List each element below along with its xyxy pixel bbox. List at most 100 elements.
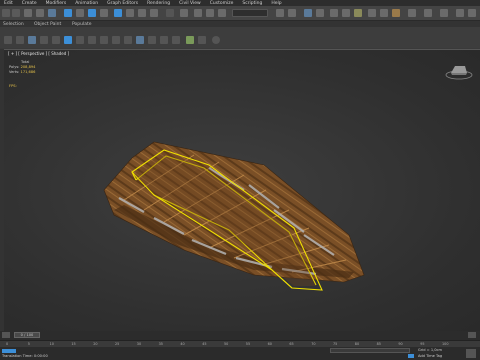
- ribbon-icon-12[interactable]: [136, 36, 144, 44]
- select-by-name-icon[interactable]: [76, 9, 84, 17]
- coordinate-fields[interactable]: [330, 348, 410, 353]
- align-icon[interactable]: [288, 9, 296, 17]
- help-icon[interactable]: [212, 36, 220, 44]
- ruler-tick: 60: [267, 342, 272, 346]
- ribbon-icon-9[interactable]: [100, 36, 108, 44]
- place-icon[interactable]: [150, 9, 158, 17]
- ruler-tick: 100: [442, 342, 449, 346]
- perspective-viewport[interactable]: [ + ] [ Perspective ] [ Shaded ] Total P…: [4, 49, 480, 331]
- curve-editor-icon[interactable]: [330, 9, 338, 17]
- angle-snap-icon[interactable]: [206, 9, 214, 17]
- ribbon-icon-2[interactable]: [16, 36, 24, 44]
- ruler-tick: 95: [420, 342, 425, 346]
- ribbon-icon-4[interactable]: [40, 36, 48, 44]
- ribbon-icon-14[interactable]: [160, 36, 168, 44]
- scale-icon[interactable]: [138, 9, 146, 17]
- undo-icon[interactable]: [2, 9, 10, 17]
- roof-model[interactable]: [4, 50, 480, 331]
- menu-item-create[interactable]: Create: [22, 1, 37, 6]
- ribbon-icon-17[interactable]: [198, 36, 206, 44]
- prev-frame-button[interactable]: [2, 332, 10, 338]
- status-prompt: Translation Time: 0:00:00: [2, 354, 48, 358]
- ribbon-icon-6[interactable]: [64, 36, 72, 44]
- render-setup-icon[interactable]: [368, 9, 376, 17]
- ruler-tick: 10: [49, 342, 54, 346]
- ruler-tick: 20: [93, 342, 98, 346]
- ribbon-icon-16[interactable]: [186, 36, 194, 44]
- ribbon-icon-5[interactable]: [52, 36, 60, 44]
- ribbon-icon-7[interactable]: [76, 36, 84, 44]
- time-slider-handle[interactable]: 0 / 100: [14, 332, 40, 338]
- mirror-icon[interactable]: [276, 9, 284, 17]
- ribbon-toolbar: [0, 27, 480, 48]
- ribbon-icon-1[interactable]: [4, 36, 12, 44]
- rect-select-icon[interactable]: [88, 9, 96, 17]
- material-editor-icon[interactable]: [354, 9, 362, 17]
- render-icon[interactable]: [392, 9, 400, 17]
- extra-icon[interactable]: [424, 9, 432, 17]
- menu-item-animation[interactable]: Animation: [75, 1, 98, 6]
- menu-item-edit[interactable]: Edit: [4, 1, 13, 6]
- ruler-tick: 0: [6, 342, 9, 346]
- snap-icon[interactable]: [194, 9, 202, 17]
- ruler-tick: 45: [202, 342, 207, 346]
- bind-icon[interactable]: [48, 9, 56, 17]
- ruler-tick: 70: [311, 342, 316, 346]
- ribbon-icon-13[interactable]: [148, 36, 156, 44]
- extra-icon-4[interactable]: [468, 9, 476, 17]
- ruler-tick: 85: [376, 342, 381, 346]
- ruler-tick: 75: [333, 342, 338, 346]
- ribbon-icon-8[interactable]: [88, 36, 96, 44]
- extra-icon-3[interactable]: [456, 9, 464, 17]
- menu-item-civil-view[interactable]: Civil View: [179, 1, 201, 6]
- ruler-tick: 55: [245, 342, 251, 346]
- time-slider[interactable]: 0 / 100: [0, 331, 480, 340]
- reference-coords-icon[interactable]: [166, 9, 174, 17]
- a360-icon[interactable]: [408, 9, 416, 17]
- tab-selection[interactable]: Selection: [3, 22, 24, 27]
- track-bar[interactable]: 0 5 10 15 20 25 30 35 40 45 50 55 60 65 70 75 80 85 90 95 10…: [0, 340, 480, 347]
- tab-populate[interactable]: Populate: [72, 22, 92, 27]
- percent-snap-icon[interactable]: [218, 9, 226, 17]
- layer-icon[interactable]: [304, 9, 312, 17]
- grid-readout: Grid = 1,0cm: [418, 348, 443, 352]
- menu-item-help[interactable]: Help: [271, 1, 281, 6]
- graphite-icon[interactable]: [316, 9, 324, 17]
- menu-item-scripting[interactable]: Scripting: [242, 1, 262, 6]
- status-bar: Translation Time: 0:00:00 Grid = 1,0cm A…: [0, 347, 480, 360]
- next-frame-button[interactable]: [468, 332, 476, 338]
- ruler-tick: 5: [27, 342, 30, 346]
- move-icon[interactable]: [114, 9, 122, 17]
- ribbon-icon-10[interactable]: [112, 36, 120, 44]
- pivot-icon[interactable]: [180, 9, 188, 17]
- unlink-icon[interactable]: [36, 9, 44, 17]
- link-icon[interactable]: [24, 9, 32, 17]
- menu-item-modifiers[interactable]: Modifiers: [46, 1, 67, 6]
- select-object-icon[interactable]: [64, 9, 72, 17]
- add-time-tag[interactable]: Add Time Tag: [418, 354, 442, 358]
- ruler-tick: 30: [136, 342, 142, 346]
- ribbon-icon-15[interactable]: [172, 36, 180, 44]
- playback-controls[interactable]: [466, 349, 476, 358]
- ruler-tick: 35: [158, 342, 163, 346]
- menu-item-customize[interactable]: Customize: [210, 1, 234, 6]
- ruler-tick: 50: [224, 342, 229, 346]
- ribbon-icon-3[interactable]: [28, 36, 36, 44]
- render-frame-icon[interactable]: [380, 9, 388, 17]
- time-tag-icon[interactable]: [408, 354, 414, 358]
- tab-object-paint[interactable]: Object Paint: [34, 22, 61, 27]
- rotate-icon[interactable]: [126, 9, 134, 17]
- redo-icon[interactable]: [12, 9, 20, 17]
- ruler-tick: 25: [115, 342, 120, 346]
- ruler-tick: 15: [71, 342, 76, 346]
- ruler-tick: 90: [398, 342, 403, 346]
- maxscript-listener[interactable]: [2, 349, 16, 353]
- window-crossing-icon[interactable]: [100, 9, 108, 17]
- main-toolbar: [0, 6, 480, 21]
- extra-icon-2[interactable]: [440, 9, 448, 17]
- named-selection-dropdown[interactable]: [232, 9, 268, 17]
- menu-item-graph-editors[interactable]: Graph Editors: [107, 1, 138, 6]
- menu-item-rendering[interactable]: Rendering: [147, 1, 170, 6]
- schematic-icon[interactable]: [342, 9, 350, 17]
- ribbon-icon-11[interactable]: [124, 36, 132, 44]
